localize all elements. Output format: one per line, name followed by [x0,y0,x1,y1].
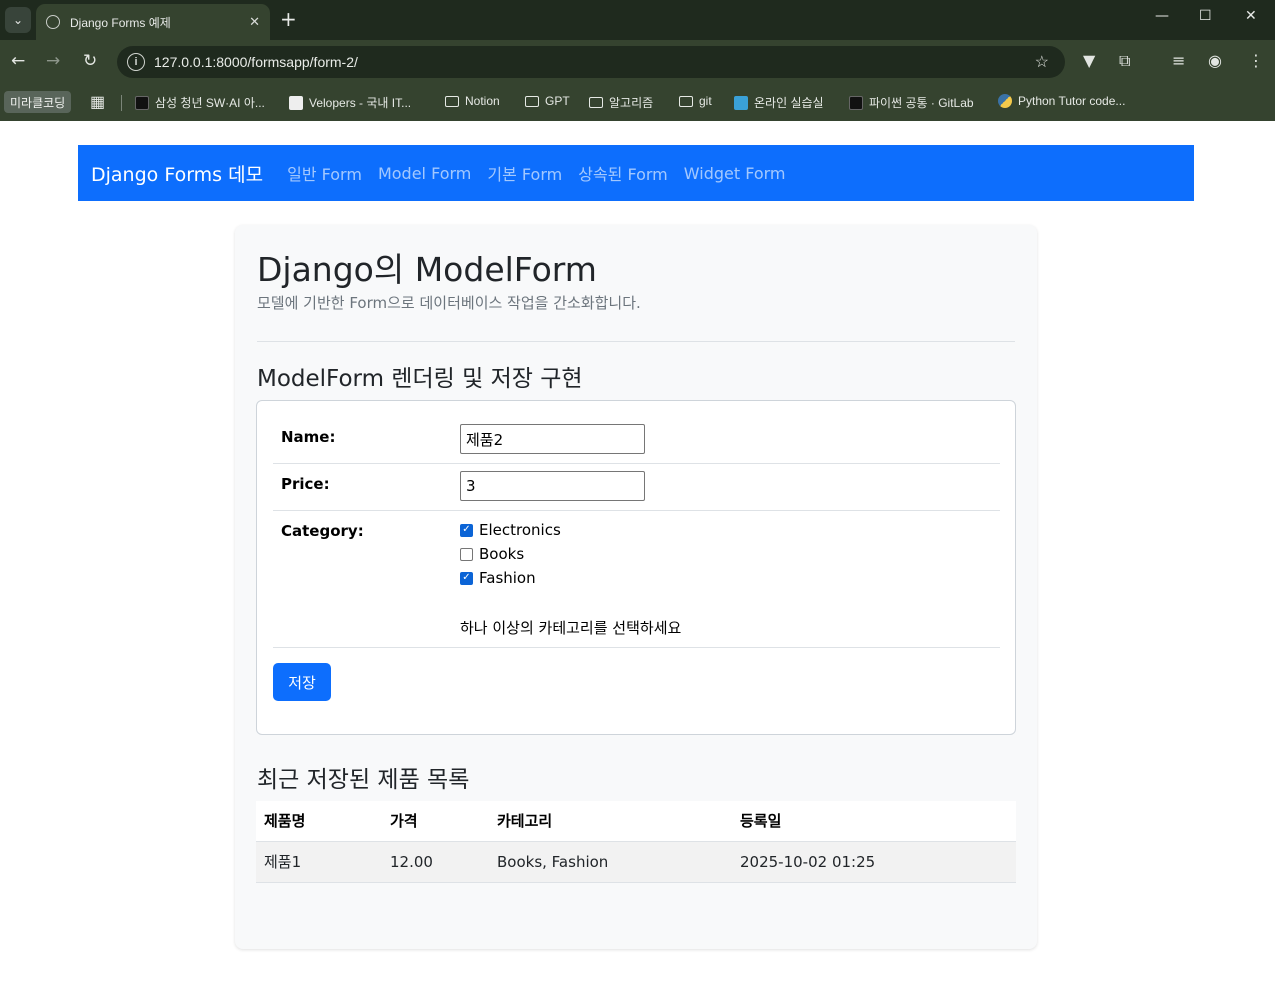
price-input[interactable] [460,471,645,501]
bookmark-folder[interactable]: Notion [445,94,500,108]
checkbox-checked-icon[interactable]: ✓ [460,571,473,585]
velopers-icon [289,95,303,110]
bookmark-item[interactable]: 온라인 실습실 [734,94,824,111]
page-viewport: Django Forms 데모 일반 Form Model Form 기본 Fo… [0,121,1275,1007]
category-option-electronics[interactable]: ✓ Electronics [460,521,561,539]
bookmark-divider [121,95,122,111]
page-lead: 모델에 기반한 Form으로 데이터베이스 작업을 간소화합니다. [257,294,641,312]
more-menu-icon[interactable]: ⋮ [1248,51,1264,70]
column-header-price: 가격 [382,801,489,842]
page-title: Django의 ModelForm [257,250,597,289]
save-button[interactable]: 저장 [273,663,331,701]
recent-products-table: 제품명 가격 카테고리 등록일 제품1 12.00 Books, Fashion… [256,801,1016,883]
divider [257,341,1015,342]
section-title: ModelForm 렌더링 및 저장 구현 [257,366,583,392]
bookmark-item[interactable]: 파이썬 공통 · GitLab [849,94,974,111]
reload-icon[interactable]: ↻ [83,51,97,71]
nav-link-inherited-form[interactable]: 상속된 Form [578,161,668,185]
form-row-name: Name: [273,411,1000,464]
checkbox-unchecked-icon[interactable] [460,547,473,561]
browser-tab-strip: ⌄ Django Forms 예제 ✕ + — ☐ ✕ [0,0,1275,40]
forward-icon[interactable]: → [46,51,60,71]
bookmark-profile-chip[interactable]: 미라클코딩 [4,91,72,113]
gitlab-icon [849,95,863,110]
minimize-icon[interactable]: — [1155,8,1169,24]
bookmark-folder[interactable]: git [679,94,712,108]
bookmark-star-icon[interactable]: ☆ [1035,52,1049,72]
tab-close-icon[interactable]: ✕ [249,14,260,30]
folder-icon [679,95,693,107]
table-row: 제품1 12.00 Books, Fashion 2025-10-02 01:2… [256,841,1016,883]
tab-search-button[interactable]: ⌄ [5,7,31,33]
column-header-date: 등록일 [732,801,1016,842]
bookmark-folder[interactable]: GPT [525,94,570,108]
table-header-row: 제품명 가격 카테고리 등록일 [256,801,1016,842]
site-navbar: Django Forms 데모 일반 Form Model Form 기본 Fo… [78,145,1194,201]
cell-date: 2025-10-02 01:25 [732,841,1016,883]
vivaldi-extension-icon[interactable]: ▼ [1083,51,1095,70]
nav-link-widget-form[interactable]: Widget Form [684,164,786,183]
maximize-icon[interactable]: ☐ [1199,8,1212,24]
checkbox-checked-icon[interactable]: ✓ [460,523,473,537]
column-header-category: 카테고리 [489,801,732,842]
nav-link-basic-form[interactable]: 일반 Form [287,161,362,185]
recent-products-title: 최근 저장된 제품 목록 [257,767,470,793]
name-input[interactable] [460,424,645,454]
folder-icon [589,97,603,108]
category-option-books[interactable]: Books [460,545,524,563]
form-row-price: Price: [273,464,1000,511]
address-bar[interactable]: i 127.0.0.1:8000/formsapp/form-2/ ☆ [117,46,1065,78]
back-icon[interactable]: ← [11,51,25,71]
extensions-icon[interactable]: ⧉ [1119,51,1130,71]
bookmarks-bar: 미라클코딩 ▦ 삼성 청년 SW·AI 아... Velopers - 국내 I… [0,84,1275,121]
category-label: Category: [281,522,364,540]
url-text: 127.0.0.1:8000/formsapp/form-2/ [154,54,358,70]
site-info-icon[interactable]: i [127,53,145,71]
tab-title: Django Forms 예제 [70,15,171,30]
browser-toolbar: ← → ↻ i 127.0.0.1:8000/formsapp/form-2/ … [0,40,1275,84]
python-icon [998,94,1012,108]
folder-icon [445,95,459,107]
ssafy-icon [135,95,149,110]
bookmark-item[interactable]: Velopers - 국내 IT... [289,94,411,111]
column-header-name: 제품명 [256,801,382,842]
bookmark-item[interactable]: Python Tutor code... [998,94,1125,108]
profile-icon[interactable]: ◉ [1208,51,1222,70]
nav-link-model-form[interactable]: Model Form [378,164,471,183]
bookmark-item[interactable]: 삼성 청년 SW·AI 아... [135,94,265,111]
cell-category: Books, Fashion [489,841,732,883]
browser-tab[interactable]: Django Forms 예제 ✕ [36,4,270,40]
price-label: Price: [281,475,330,493]
apps-grid-icon[interactable]: ▦ [90,92,105,112]
navbar-brand[interactable]: Django Forms 데모 [91,160,263,187]
form-row-category: Category: ✓ Electronics Books ✓ Fashion … [273,511,1000,648]
ssafy-lab-icon [734,95,748,110]
media-control-icon[interactable]: ≡ [1172,51,1185,70]
new-tab-button[interactable]: + [280,8,297,30]
bookmark-folder[interactable]: 알고리즘 [589,94,653,111]
category-help-text: 하나 이상의 카테고리를 선택하세요 [460,619,682,637]
globe-icon [46,15,60,29]
category-option-fashion[interactable]: ✓ Fashion [460,569,536,587]
nav-link-default-form[interactable]: 기본 Form [487,161,562,185]
cell-price: 12.00 [382,841,489,883]
window-close-icon[interactable]: ✕ [1245,8,1257,24]
product-form: Name: Price: Category: ✓ Electronics Boo… [256,400,1016,735]
folder-icon [525,95,539,107]
content-card: Django의 ModelForm 모델에 기반한 Form으로 데이터베이스 … [235,225,1037,949]
name-label: Name: [281,428,336,446]
cell-product-name: 제품1 [256,841,382,883]
chevron-down-icon: ⌄ [12,13,24,27]
